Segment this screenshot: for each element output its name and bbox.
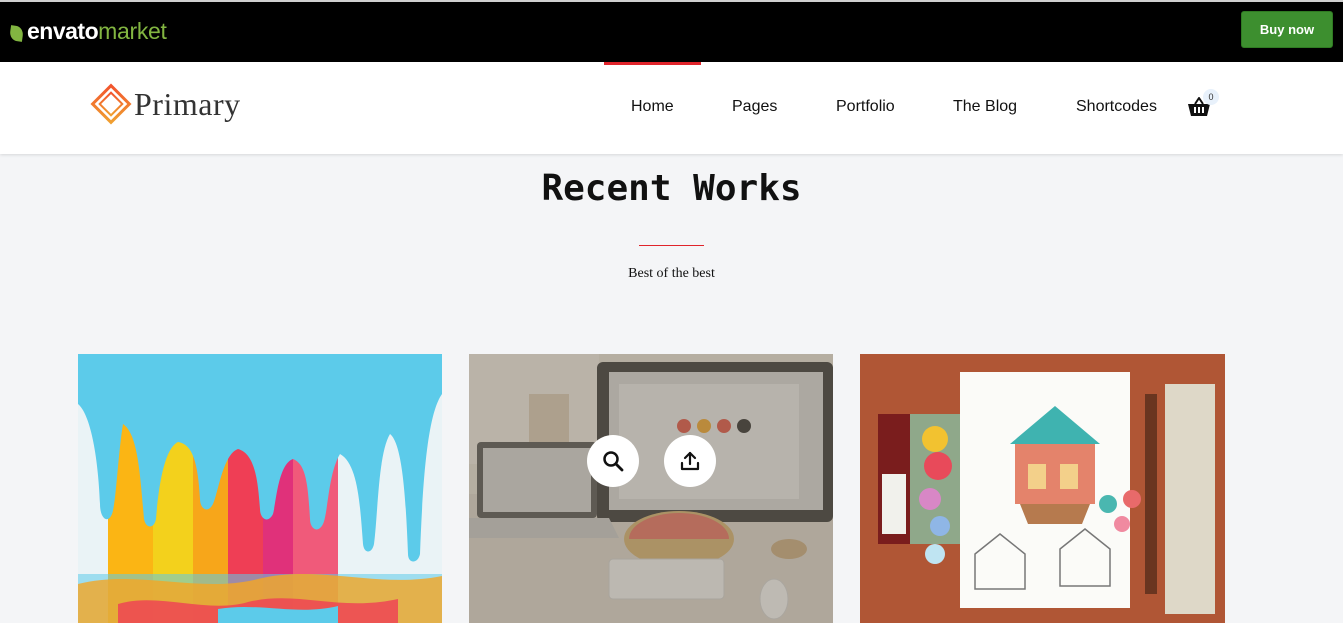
hover-overlay <box>469 354 833 623</box>
nav-item-shortcodes[interactable]: Shortcodes <box>1076 98 1157 116</box>
search-icon <box>602 450 624 472</box>
site-header: Primary Home Pages Portfolio The Blog Sh… <box>0 62 1343 154</box>
envato-top-bar: envato market Buy now <box>0 0 1343 62</box>
cart-count-badge: 0 <box>1203 89 1219 105</box>
sketch-illustration-image <box>860 354 1225 623</box>
buy-now-button[interactable]: Buy now <box>1241 11 1333 48</box>
main-navigation: Home Pages Portfolio The Blog Shortcodes… <box>0 62 1343 154</box>
nav-item-pages[interactable]: Pages <box>732 98 777 116</box>
nav-item-home[interactable]: Home <box>631 98 674 116</box>
envato-brand-text: envato <box>27 18 99 44</box>
envato-market-logo[interactable]: envato market <box>9 18 167 45</box>
share-button[interactable] <box>664 435 716 487</box>
nav-item-the-blog[interactable]: The Blog <box>953 98 1017 116</box>
section-subtitle: Best of the best <box>628 266 715 281</box>
portfolio-item-sketch-illustration[interactable] <box>860 354 1225 623</box>
portfolio-item-paint-drip[interactable] <box>78 354 442 623</box>
envato-leaf-icon <box>9 24 24 42</box>
envato-product-text: market <box>98 18 167 44</box>
nav-item-portfolio[interactable]: Portfolio <box>836 98 895 116</box>
section-title: Recent Works <box>541 168 802 209</box>
zoom-button[interactable] <box>587 435 639 487</box>
portfolio-item-desk-workspace[interactable] <box>469 354 833 623</box>
share-icon <box>679 450 701 472</box>
title-divider <box>639 245 704 246</box>
paint-drip-image <box>78 354 442 623</box>
